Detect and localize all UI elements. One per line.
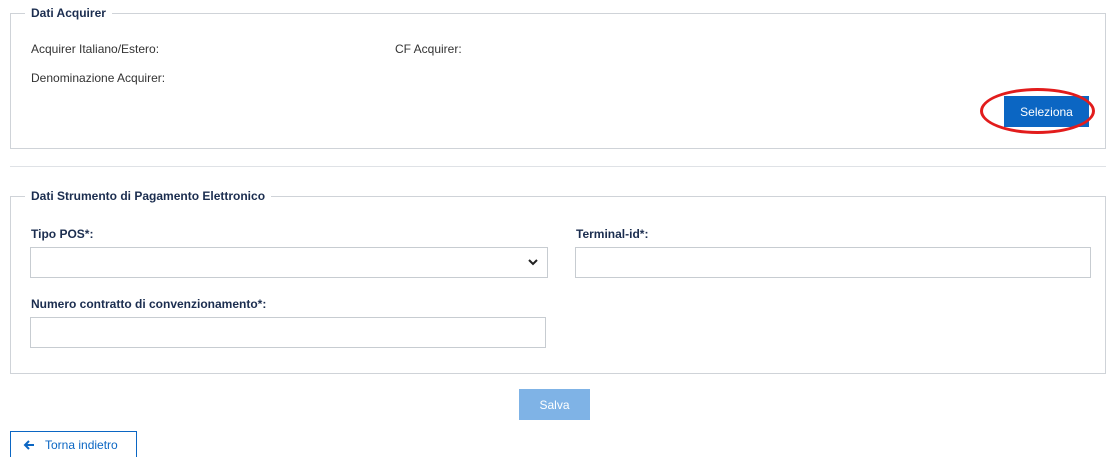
tipo-pos-select[interactable] bbox=[30, 247, 548, 278]
numero-contratto-label: Numero contratto di convenzionamento*: bbox=[31, 297, 267, 311]
denominazione-acquirer-label: Denominazione Acquirer: bbox=[31, 71, 166, 85]
torna-indietro-button[interactable]: Torna indietro bbox=[10, 431, 137, 457]
salva-button[interactable]: Salva bbox=[519, 389, 590, 420]
acquirer-panel: Dati Acquirer bbox=[10, 6, 1106, 149]
acquirer-legend: Dati Acquirer bbox=[31, 6, 106, 20]
seleziona-button[interactable]: Seleziona bbox=[1004, 96, 1089, 127]
section-separator bbox=[10, 166, 1106, 167]
chevron-down-icon bbox=[528, 259, 538, 266]
arrow-left-icon bbox=[23, 440, 34, 450]
numero-contratto-input[interactable] bbox=[30, 317, 546, 348]
terminal-id-input[interactable] bbox=[575, 247, 1091, 278]
terminal-id-label: Terminal-id*: bbox=[576, 227, 649, 241]
acquirer-italiano-estero-label: Acquirer Italiano/Estero: bbox=[31, 42, 160, 56]
page: Dati Acquirer Acquirer Italiano/Estero: … bbox=[0, 0, 1109, 457]
cf-acquirer-label: CF Acquirer: bbox=[395, 42, 462, 56]
strumento-legend: Dati Strumento di Pagamento Elettronico bbox=[31, 189, 266, 203]
torna-indietro-label: Torna indietro bbox=[45, 438, 118, 452]
tipo-pos-label: Tipo POS*: bbox=[31, 227, 94, 241]
